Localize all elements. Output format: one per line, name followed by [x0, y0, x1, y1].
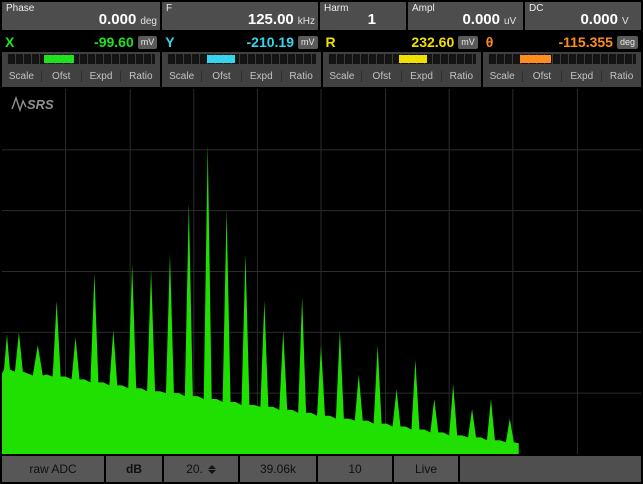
phase-label: Phase: [6, 3, 35, 14]
channel-r-ratio-button[interactable]: Ratio: [440, 71, 481, 82]
phase-value: 0.000: [98, 11, 137, 28]
channel-r-unit: mV: [458, 35, 478, 49]
channel-theta-menu: Scale Ofst Expd Ratio: [483, 66, 641, 87]
channel-r-expd-button[interactable]: Expd: [401, 71, 441, 82]
db-per-div-spinner-icon[interactable]: [207, 464, 216, 474]
channel-x-menu: Scale Ofst Expd Ratio: [2, 66, 160, 87]
channel-theta-readout: θ -115.355 deg: [482, 32, 641, 52]
channel-y-expd-button[interactable]: Expd: [240, 71, 281, 82]
channel-x-expd-button[interactable]: Expd: [80, 71, 121, 82]
input-source-button[interactable]: raw ADC: [2, 456, 104, 482]
spectrum-plot: [2, 89, 641, 454]
channel-x-value: -99.60: [94, 34, 134, 50]
channel-y-letter: Y: [165, 34, 175, 50]
dc-offset-panel[interactable]: DC 0.000 V: [525, 2, 641, 30]
frequency-panel[interactable]: F 125.00 kHz: [162, 2, 318, 30]
channel-x-readout: X -99.60 mV: [2, 32, 161, 52]
display-scale-bar: raw ADC dB 20. 39.06k 10 Live: [2, 456, 641, 482]
channel-r-scale-button[interactable]: Scale: [323, 71, 362, 82]
channel-theta-meter: [483, 52, 641, 66]
channel-r-meter: [323, 52, 481, 66]
channel-theta-expd-button[interactable]: Expd: [561, 71, 601, 82]
harmonic-value: 1: [367, 11, 376, 28]
channel-r-ofst-button[interactable]: Ofst: [361, 71, 401, 82]
channel-y-meter: [162, 52, 320, 66]
frequency-value: 125.00: [247, 11, 294, 28]
channel-theta: θ -115.355 deg Scale Ofst Expd Ratio: [482, 32, 641, 87]
channel-y-readout: Y -210.19 mV: [162, 32, 321, 52]
channel-r-readout: R 232.60 mV: [322, 32, 481, 52]
channel-theta-scale-button[interactable]: Scale: [483, 71, 522, 82]
channel-y-ratio-button[interactable]: Ratio: [280, 71, 321, 82]
phase-unit: deg: [140, 16, 157, 27]
frequency-unit: kHz: [297, 16, 315, 27]
phase-panel[interactable]: Phase 0.000 deg: [2, 2, 160, 30]
channel-r-letter: R: [325, 34, 336, 50]
channel-y-ofst-button[interactable]: Ofst: [201, 71, 241, 82]
srs-logo-graphic: SRS: [11, 95, 54, 113]
harmonic-panel[interactable]: Harm 1: [320, 2, 406, 30]
srs-logo: SRS: [10, 95, 58, 113]
channel-theta-unit: deg: [616, 35, 638, 49]
channel-x-scale-button[interactable]: Scale: [2, 71, 41, 82]
channel-r-offset-bar[interactable]: [398, 55, 427, 63]
channel-x-offset-bar[interactable]: [44, 55, 74, 63]
channel-x-ratio-button[interactable]: Ratio: [120, 71, 160, 82]
spectrum-display: SRS: [2, 89, 641, 454]
span-button[interactable]: 39.06k: [240, 456, 316, 482]
channel-y-unit: mV: [298, 35, 318, 49]
channel-r-value: 232.60: [411, 34, 455, 50]
db-per-div-control[interactable]: 20.: [164, 456, 238, 482]
channel-theta-offset-slider[interactable]: [487, 54, 636, 64]
channel-theta-ofst-button[interactable]: Ofst: [521, 71, 562, 82]
lockin-amplifier-screen: Phase 0.000 deg F 125.00 kHz Harm 1 Ampl 0…: [0, 0, 643, 484]
channel-x-meter: [2, 52, 160, 66]
amplitude-panel[interactable]: Ampl 0.000 uV: [408, 2, 523, 30]
channel-theta-offset-bar[interactable]: [520, 55, 552, 63]
channel-x: X -99.60 mV Scale Ofst Expd Ratio: [2, 32, 161, 87]
dc-offset-label: DC: [529, 3, 544, 14]
channel-y-offset-bar[interactable]: [207, 55, 236, 63]
amplitude-value: 0.000: [462, 11, 500, 28]
channel-theta-ratio-button[interactable]: Ratio: [601, 71, 641, 82]
channel-x-unit: mV: [137, 35, 158, 49]
harmonic-label: Harm: [324, 3, 349, 14]
channel-r: R 232.60 mV Scale Ofst Expd Ratio: [322, 32, 481, 87]
live-mode-button[interactable]: Live: [394, 456, 458, 482]
channel-y-menu: Scale Ofst Expd Ratio: [162, 66, 320, 87]
dc-offset-unit: V: [622, 16, 629, 27]
reference-settings-bar: Phase 0.000 deg F 125.00 kHz Harm 1 Ampl 0…: [2, 2, 641, 30]
channel-y-value: -210.19: [246, 34, 294, 50]
channel-y: Y -210.19 mV Scale Ofst Expd Ratio: [162, 32, 321, 87]
spectrum-polygon: [2, 143, 519, 454]
frequency-label: F: [166, 3, 173, 14]
divisions-button[interactable]: 10: [318, 456, 392, 482]
channel-y-offset-slider[interactable]: [167, 54, 316, 64]
channel-y-scale-button[interactable]: Scale: [162, 71, 201, 82]
channel-r-offset-slider[interactable]: [327, 54, 476, 64]
channel-x-ofst-button[interactable]: Ofst: [40, 71, 81, 82]
svg-text:SRS: SRS: [27, 97, 54, 112]
channel-readouts: X -99.60 mV Scale Ofst Expd Ratio Y -210…: [2, 32, 641, 87]
db-units-button[interactable]: dB: [106, 456, 162, 482]
bottom-bar-filler: [460, 456, 641, 482]
db-per-div-value: 20.: [186, 462, 203, 476]
channel-x-letter: X: [5, 34, 15, 50]
dc-offset-value: 0.000: [580, 11, 618, 28]
amplitude-label: Ampl: [412, 3, 435, 14]
channel-theta-letter: θ: [485, 34, 494, 50]
channel-r-menu: Scale Ofst Expd Ratio: [323, 66, 481, 87]
channel-theta-value: -115.355: [558, 34, 613, 50]
channel-x-offset-slider[interactable]: [7, 54, 156, 64]
amplitude-unit: uV: [504, 16, 517, 27]
